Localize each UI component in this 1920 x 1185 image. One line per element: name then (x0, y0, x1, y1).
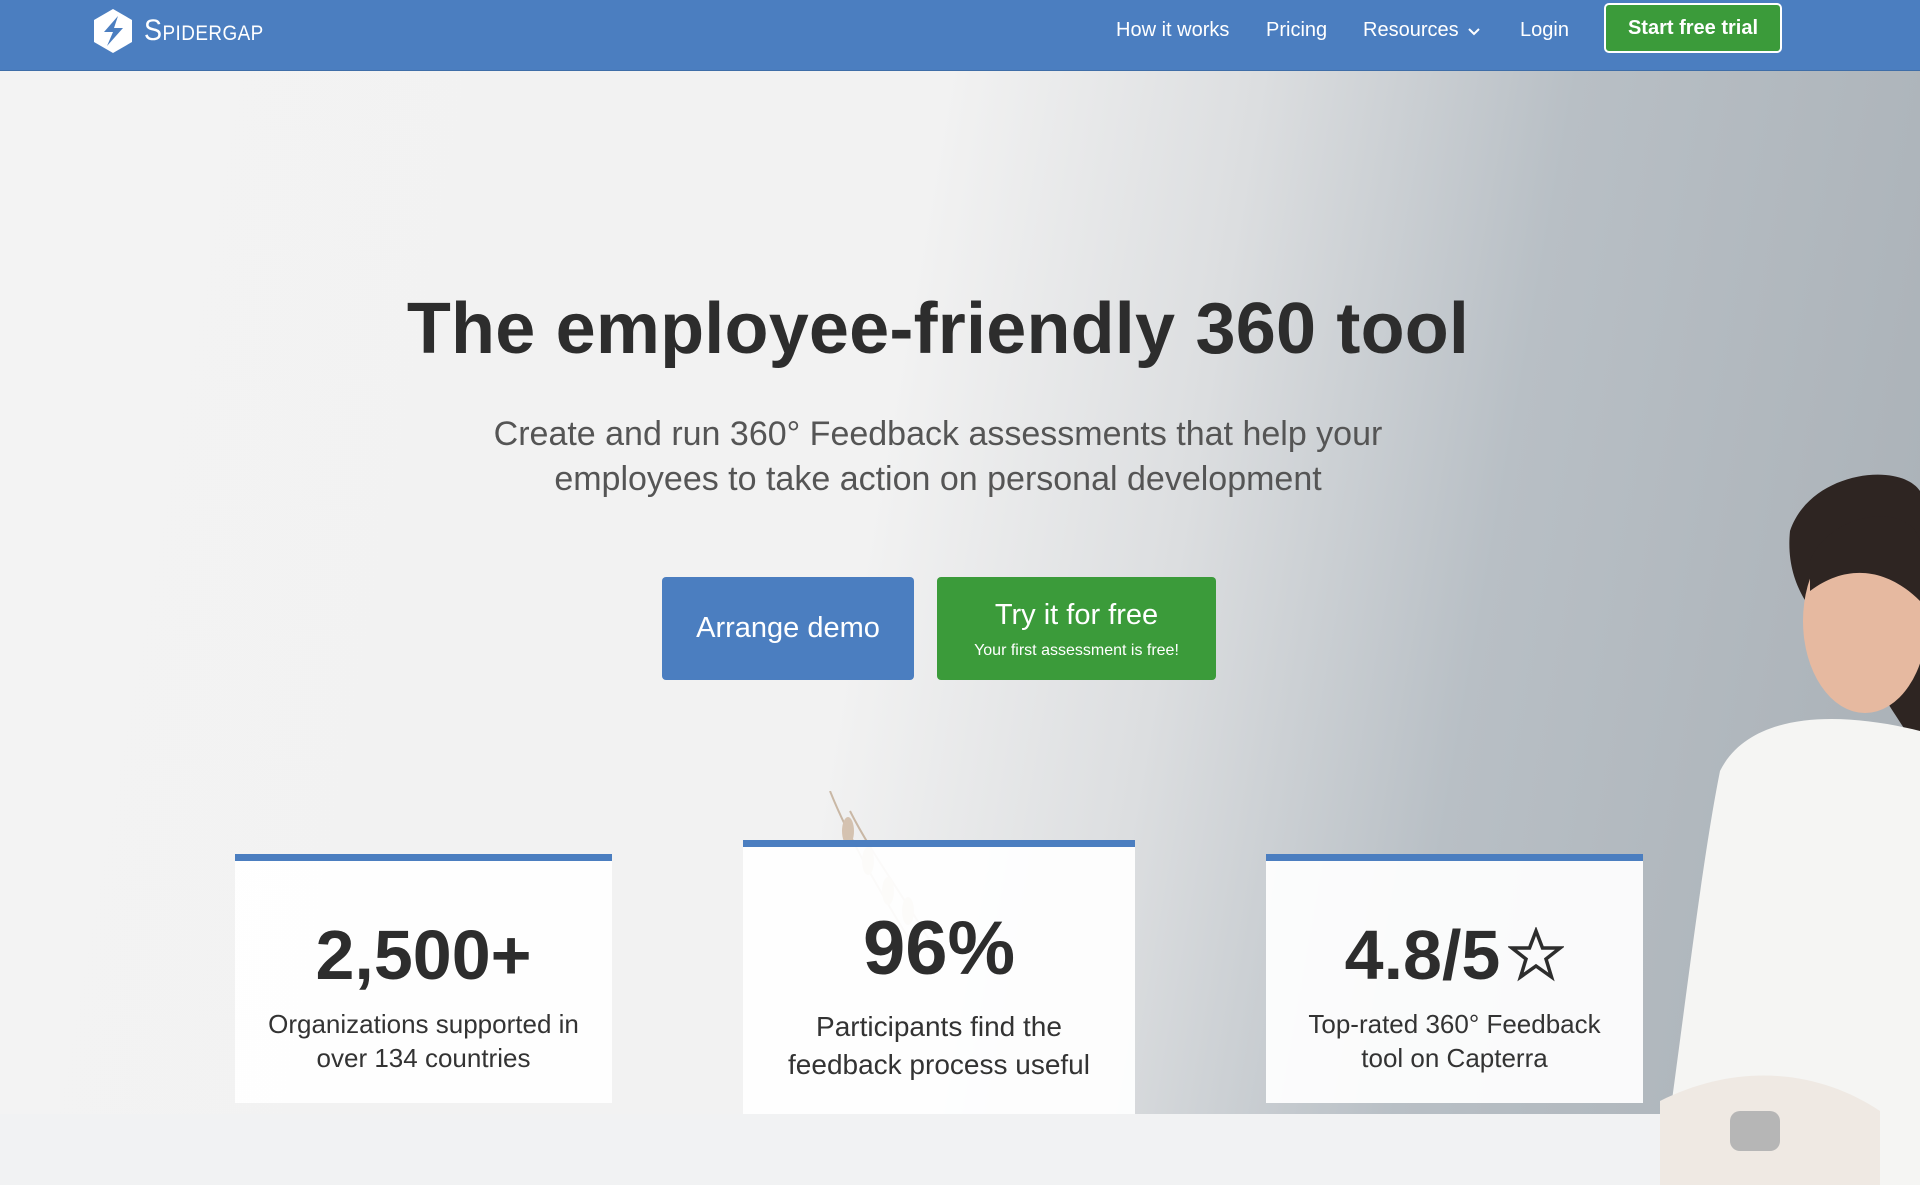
stat-label-line-1: Organizations supported in (268, 1009, 579, 1039)
stat-label: Top-rated 360° Feedback tool on Capterra (1266, 1007, 1643, 1075)
hero-subtitle-line-2: employees to take action on personal dev… (554, 460, 1322, 498)
nav-link-login[interactable]: Login (1520, 16, 1569, 44)
stat-card-participants: 96% Participants find the feedback proces… (743, 840, 1135, 1114)
stat-label-line-2: over 134 countries (316, 1043, 531, 1073)
stat-card-rating: 4.8/5 Top-rated 360° Feedback tool on Cap… (1266, 854, 1643, 1103)
stat-label-line-1: Participants find the (816, 1011, 1062, 1042)
arrange-demo-button[interactable]: Arrange demo (662, 577, 914, 680)
chevron-down-icon (1467, 17, 1481, 45)
stat-value: 2,500+ (315, 916, 532, 994)
stat-label-line-2: feedback process useful (788, 1049, 1090, 1080)
stat-card-organizations: 2,500+ Organizations supported in over 13… (235, 854, 612, 1103)
nav-link-pricing[interactable]: Pricing (1266, 16, 1327, 44)
try-it-free-sublabel: Your first assessment is free! (974, 642, 1179, 659)
hero-subtitle: Create and run 360° Feedback assessments… (430, 412, 1446, 502)
brand-logo[interactable]: Spidergap (92, 6, 277, 56)
hero-subtitle-line-1: Create and run 360° Feedback assessments… (493, 415, 1383, 453)
nav-link-how-it-works[interactable]: How it works (1116, 16, 1229, 44)
hero-title: The employee-friendly 360 tool (406, 289, 1470, 369)
try-it-free-label: Try it for free (994, 599, 1159, 631)
try-it-free-button[interactable]: Try it for free Your first assessment is… (937, 577, 1216, 680)
stat-label-line-1: Top-rated 360° Feedback (1308, 1009, 1601, 1039)
stat-label: Organizations supported in over 134 count… (235, 1007, 612, 1075)
stat-value-row: 4.8/5 (1266, 915, 1643, 995)
stat-label: Participants find the feedback process us… (743, 1008, 1135, 1084)
nav-link-resources[interactable]: Resources (1363, 16, 1481, 45)
stat-value: 96% (862, 906, 1016, 991)
star-outline-icon (1508, 927, 1565, 982)
stat-label-line-2: tool on Capterra (1361, 1043, 1548, 1073)
stat-value: 4.8/5 (1344, 916, 1501, 994)
nav-link-resources-label: Resources (1363, 19, 1459, 41)
hero-woman-image (1660, 474, 1920, 1185)
brand-name: Spidergap (144, 14, 264, 47)
top-navbar: Spidergap How it works Pricing Resources… (0, 0, 1920, 71)
spidergap-logo-icon (94, 9, 132, 53)
start-free-trial-button[interactable]: Start free trial (1604, 3, 1782, 53)
